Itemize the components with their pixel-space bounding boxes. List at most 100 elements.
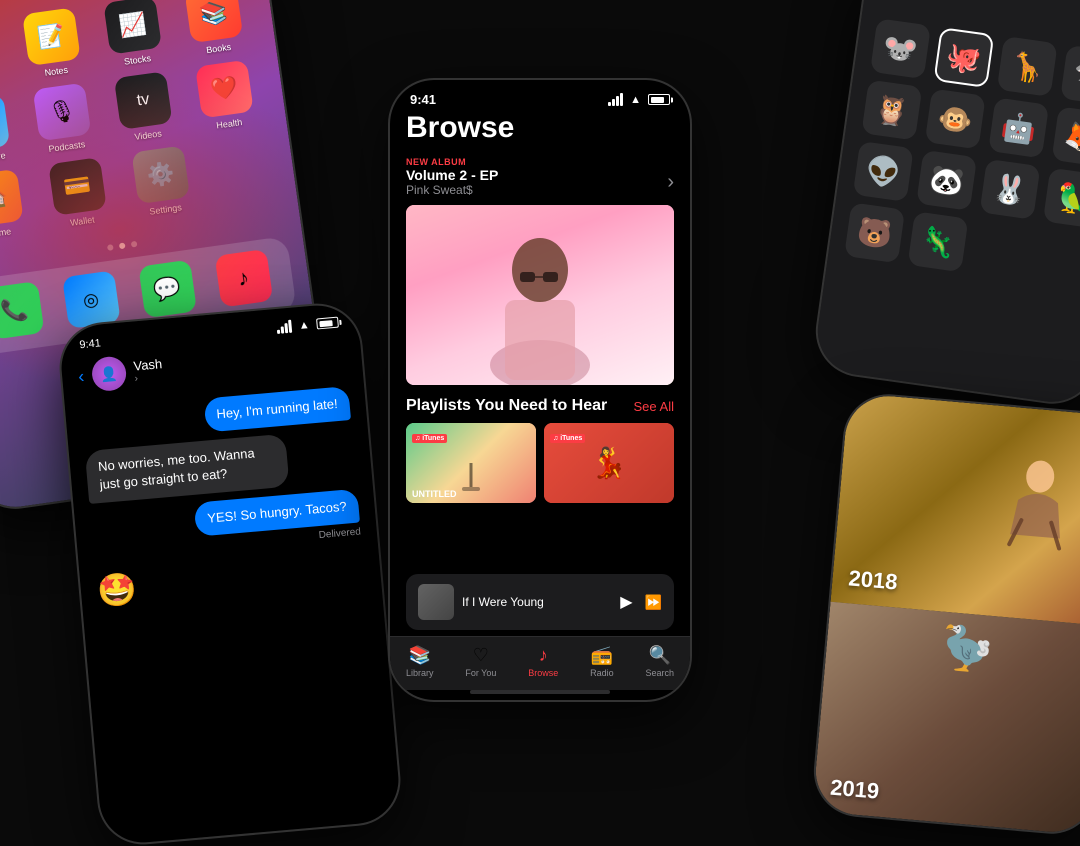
see-all-button[interactable]: See All bbox=[634, 399, 674, 414]
safari-icon: ◎ bbox=[62, 270, 121, 329]
playlist-untitled[interactable]: ♫ iTunes UNTITLED bbox=[406, 423, 536, 503]
back-button[interactable]: ‹ bbox=[77, 365, 85, 386]
message-bubble-received-1: No worries, me too. Wanna just go straig… bbox=[85, 434, 290, 504]
tab-foryou[interactable]: ♡ For You bbox=[465, 645, 496, 678]
messages-icon: 💬 bbox=[138, 260, 197, 319]
foryou-icon: ♡ bbox=[473, 645, 489, 666]
music-tab-bar: 📚 Library ♡ For You ♪ Browse 📻 Radio 🔍 S… bbox=[390, 636, 690, 690]
jumping-person bbox=[994, 448, 1080, 555]
skip-button[interactable]: ⏩ bbox=[645, 594, 662, 611]
memoji-rabbit[interactable]: 🐰 bbox=[980, 159, 1041, 220]
music-icon: ♪ bbox=[214, 249, 273, 308]
memoji-robot[interactable]: 🤖 bbox=[988, 97, 1049, 158]
tab-radio[interactable]: 📻 Radio bbox=[590, 645, 614, 678]
photo-2019[interactable]: 🦤 2019 bbox=[812, 602, 1080, 836]
home-indicator bbox=[470, 690, 610, 694]
message-thread: Hey, I'm running late! No worries, me to… bbox=[64, 377, 402, 846]
memoji-bear[interactable]: 🐻 bbox=[844, 202, 905, 263]
now-playing-art bbox=[418, 584, 454, 620]
radio-icon: 📻 bbox=[591, 645, 613, 666]
messages-time: 9:41 bbox=[79, 337, 101, 351]
phone-memoji: + 🐭 🐙 🦒 🦈 🦉 🐵 🤖 🦊 👽 🐼 🐰 🦜 🐻 🦎 bbox=[812, 0, 1080, 407]
tab-browse[interactable]: ♪ Browse bbox=[528, 645, 558, 678]
memoji-shark[interactable]: 🦈 bbox=[1060, 45, 1080, 106]
app-books[interactable]: 📚 Books bbox=[177, 0, 254, 58]
app-reminders[interactable]: 🔔 Reminders bbox=[0, 18, 9, 93]
phone-messages: 9:41 ▲ ‹ 👤 Vash › bbox=[58, 302, 402, 846]
music-time: 9:41 bbox=[410, 92, 436, 107]
dock-music[interactable]: ♪ bbox=[206, 248, 281, 313]
playlists-header: Playlists You Need to Hear See All bbox=[406, 397, 674, 415]
year-2018: 2018 bbox=[848, 565, 899, 595]
year-2019: 2019 bbox=[829, 775, 880, 805]
memoji-monkey[interactable]: 🐵 bbox=[925, 88, 986, 149]
memoji-mouse[interactable]: 🐭 bbox=[870, 18, 931, 79]
messages-status-icons: ▲ bbox=[276, 316, 339, 334]
msg-signal-icon bbox=[276, 320, 292, 334]
message-bubble-sent-1: Hey, I'm running late! bbox=[203, 386, 351, 433]
album-title: Volume 2 - EP bbox=[406, 167, 498, 183]
memoji-alien[interactable]: 👽 bbox=[853, 141, 914, 202]
phone-icon: 📞 bbox=[0, 281, 44, 340]
memoji-octopus[interactable]: 🐙 bbox=[933, 27, 994, 88]
contact-avatar: 👤 bbox=[91, 355, 128, 392]
album-row[interactable]: Volume 2 - EP Pink Sweat$ › bbox=[406, 167, 674, 197]
foryou-label: For You bbox=[465, 668, 496, 678]
tab-library[interactable]: 📚 Library bbox=[406, 645, 434, 678]
dock-phone[interactable]: 📞 bbox=[0, 280, 53, 345]
tab-search[interactable]: 🔍 Search bbox=[646, 645, 675, 678]
playlist-untitled-label: UNTITLED bbox=[412, 489, 457, 499]
browse-title: Browse bbox=[406, 111, 674, 145]
playlists-row: ♫ iTunes UNTITLED 💃 ♫ iTunes bbox=[406, 423, 674, 503]
msg-wifi-icon: ▲ bbox=[298, 319, 310, 332]
artist-silhouette bbox=[475, 210, 605, 385]
notch bbox=[480, 80, 600, 104]
delivered-status: Delivered bbox=[318, 526, 361, 541]
memoji-fox[interactable]: 🦊 bbox=[1052, 106, 1080, 167]
now-playing-bar[interactable]: If I Were Young ▶ ⏩ bbox=[406, 574, 674, 630]
stocks-label: Stocks bbox=[123, 53, 151, 67]
memoji-panda[interactable]: 🐼 bbox=[916, 150, 977, 211]
books-icon: 📚 bbox=[184, 0, 243, 43]
search-label: Search bbox=[646, 668, 675, 678]
playback-controls: ▶ ⏩ bbox=[620, 592, 662, 612]
library-label: Library bbox=[406, 668, 434, 678]
music-wifi-icon: ▲ bbox=[630, 94, 641, 106]
stocks-icon: 📈 bbox=[103, 0, 162, 55]
dock-messages[interactable]: 💬 bbox=[130, 259, 205, 324]
browse-label: Browse bbox=[528, 668, 558, 678]
album-art[interactable] bbox=[406, 205, 674, 385]
memoji-lizard[interactable]: 🦎 bbox=[908, 211, 969, 272]
memoji-giraffe[interactable]: 🦒 bbox=[997, 36, 1058, 97]
books-label: Books bbox=[206, 42, 232, 55]
music-battery-icon bbox=[648, 94, 670, 105]
msg-battery-icon bbox=[316, 317, 339, 330]
search-icon: 🔍 bbox=[649, 645, 671, 666]
new-album-tag: NEW ALBUM bbox=[406, 157, 674, 167]
music-signal-icon bbox=[608, 93, 623, 106]
memoji-owl[interactable]: 🦉 bbox=[861, 80, 922, 141]
photo-2018[interactable]: 2018 bbox=[831, 393, 1080, 627]
playlist-friday[interactable]: 💃 ♫ iTunes bbox=[544, 423, 674, 503]
memoji-bird[interactable]: 🦜 bbox=[1043, 168, 1080, 229]
music-content-area: Browse NEW ALBUM Volume 2 - EP Pink Swea… bbox=[390, 111, 690, 568]
play-button[interactable]: ▶ bbox=[620, 592, 632, 612]
reaction-emoji: 🤩 bbox=[95, 569, 138, 610]
ostrich-emoji: 🦤 bbox=[939, 622, 995, 675]
app-notes[interactable]: 📝 Notes bbox=[14, 6, 91, 81]
radio-label: Radio bbox=[590, 668, 614, 678]
phone-music: 9:41 ▲ Browse NEW ALBUM Volume 2 - EP bbox=[390, 80, 690, 700]
memoji-grid: 🐭 🐙 🦒 🦈 🦉 🐵 🤖 🦊 👽 🐼 🐰 🦜 🐻 🦎 bbox=[844, 18, 1080, 290]
now-playing-title: If I Were Young bbox=[462, 595, 612, 609]
album-artist: Pink Sweat$ bbox=[406, 183, 498, 197]
playlists-title: Playlists You Need to Hear bbox=[406, 397, 607, 415]
itunes-badge-2: ♫ iTunes bbox=[550, 427, 585, 445]
music-status-icons: ▲ bbox=[608, 93, 670, 106]
album-chevron-icon: › bbox=[667, 171, 674, 194]
contact-info: Vash › bbox=[133, 356, 164, 384]
photos-grid: 2018 🦤 2019 bbox=[812, 393, 1080, 836]
itunes-badge-1: ♫ iTunes bbox=[412, 427, 447, 445]
app-stocks[interactable]: 📈 Stocks bbox=[95, 0, 172, 70]
browse-icon: ♪ bbox=[539, 645, 548, 666]
phone-photos: 2018 🦤 2019 bbox=[812, 393, 1080, 836]
